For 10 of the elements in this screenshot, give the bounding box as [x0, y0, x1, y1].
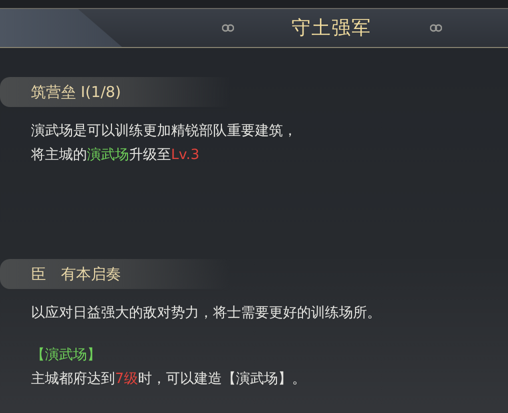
description-text: 以应对日益强大的敌对势力，将士需要更好的训练场所。	[31, 304, 382, 323]
section-heading: 筑营垒 Ⅰ(1/8)	[31, 82, 122, 102]
description-text: 【演武场】	[31, 346, 102, 365]
description-text: 主城都府达到7级时，可以建造【演武场】。	[31, 370, 307, 389]
description-text: 将主城的演武场升级至Lv.3	[31, 146, 200, 165]
section-heading: 臣 有本启奏	[31, 264, 121, 284]
ornament-icon	[430, 24, 442, 32]
description-text: 演武场是可以训练更加精锐部队重要建筑，	[31, 122, 298, 141]
panel-title: 守土强军	[292, 16, 372, 41]
ornament-icon	[222, 24, 234, 32]
